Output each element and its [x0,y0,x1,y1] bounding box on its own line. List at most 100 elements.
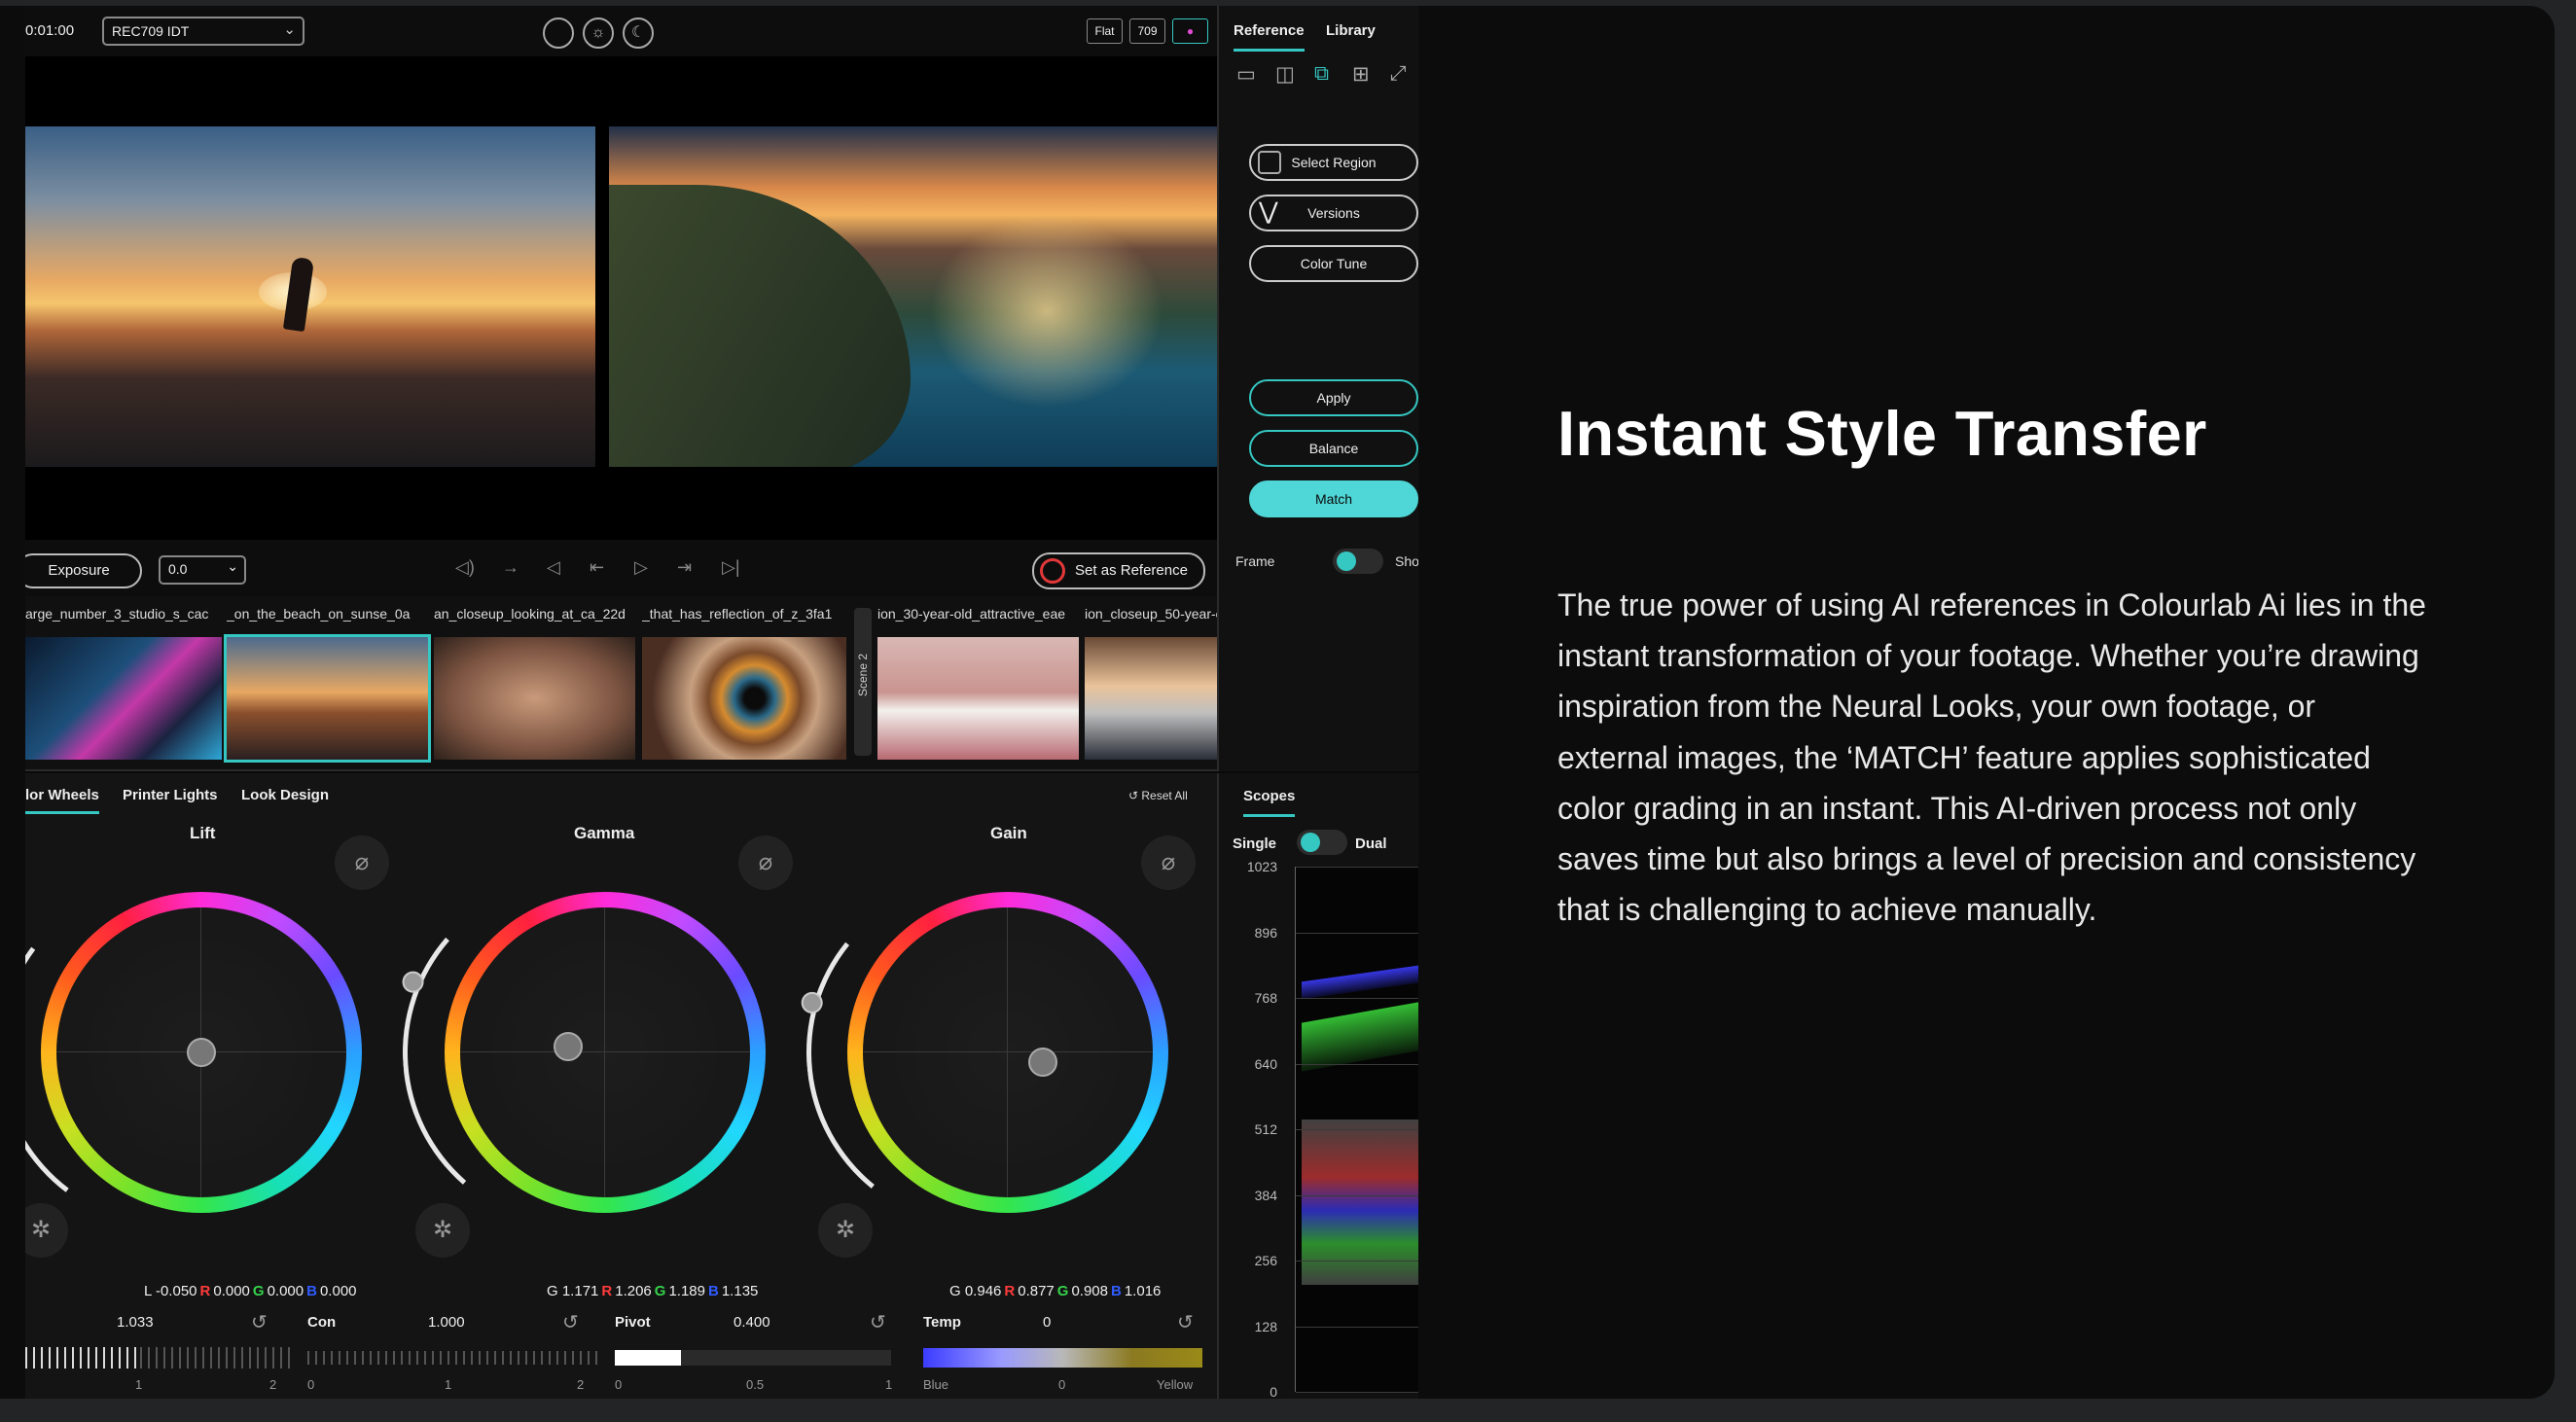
pivot-value[interactable]: 0.400 [733,1314,770,1331]
circle-view-button[interactable] [543,18,574,49]
gamma-master-handle[interactable] [401,970,425,994]
clip-thumbnail[interactable]: _that_has_reflection_of_z_3fa1 [642,596,846,764]
image-viewer[interactable] [25,56,1217,540]
saturation-value[interactable]: 1.033 [117,1314,154,1331]
next-frame-icon[interactable]: ▷| [722,557,740,578]
sat-axis-2: 2 [269,1377,277,1392]
clip-thumbnail-selected[interactable]: _on_the_beach_on_sunse_0a [224,596,431,764]
balance-button[interactable]: Balance [1249,430,1418,467]
select-region-button[interactable]: Select Region [1249,144,1418,181]
tab-color-wheels[interactable]: lor Wheels [25,787,99,814]
reset-contrast-icon[interactable]: ↺ [562,1310,579,1334]
versions-icon: ⋁ [1259,198,1278,225]
grid-view-icon[interactable]: ⊞ [1352,62,1370,87]
audio-icon[interactable]: ◁) [455,557,475,578]
dual-label[interactable]: Dual [1355,835,1387,852]
frame-toggle[interactable] [1333,549,1383,574]
temp-slider[interactable] [923,1348,1202,1368]
reset-all-button[interactable]: ↺ Reset All [1128,789,1188,802]
gain-wheel[interactable] [847,892,1168,1213]
filmstrip: arge_number_3_studio_s_cac _on_the_beach… [25,596,1418,771]
play-icon[interactable]: ▷ [634,557,648,578]
exposure-button[interactable]: Exposure [25,553,142,588]
saturation-slider[interactable] [25,1347,140,1369]
scope-level-label: 0 [1270,1384,1277,1399]
single-dual-toggle[interactable] [1297,830,1347,855]
single-view-icon[interactable]: ▭ [1236,62,1256,87]
lift-puck[interactable] [187,1038,216,1067]
blue-letter: B [708,1283,719,1299]
gain-values: G 0.946 R 0.877 G 0.908 B 1.016 [949,1283,1161,1299]
blue-trace [1302,965,1418,1000]
tab-reference[interactable]: Reference [1234,22,1305,52]
versions-button[interactable]: ⋁ Versions [1249,195,1418,231]
waveform-scope[interactable] [1295,867,1418,1393]
set-as-reference-button[interactable]: Set as Reference [1032,552,1205,589]
single-label[interactable]: Single [1233,835,1276,852]
match-button[interactable]: Match [1249,480,1418,517]
contrast-slider[interactable] [307,1351,599,1365]
lift-main-value[interactable]: -0.050 [156,1283,197,1299]
fullscreen-icon[interactable]: ⤢ [1390,62,1407,86]
pivot-axis-05: 0.5 [746,1377,765,1392]
tab-library[interactable]: Library [1326,22,1376,39]
gain-sparkle-icon[interactable]: ✲ [818,1203,873,1258]
go-to-end-icon[interactable]: ⇥ [677,557,692,578]
step-forward-arrow-icon[interactable]: → [502,557,519,578]
clip-thumbnail[interactable]: ion_30-year-old_attractive_eae [877,596,1079,764]
gamma-main-value[interactable]: 1.171 [562,1283,599,1299]
reset-temp-icon[interactable]: ↺ [1177,1310,1194,1334]
split-view-icon[interactable]: ◫ [1275,62,1295,87]
prev-frame-icon[interactable]: ◁ [547,557,560,578]
gamma-red-value[interactable]: 1.206 [615,1283,652,1299]
reset-pivot-icon[interactable]: ↺ [870,1310,886,1334]
gain-red-value[interactable]: 0.877 [1018,1283,1055,1299]
contrast-value[interactable]: 1.000 [428,1314,465,1331]
gamma-wheel[interactable] [445,892,766,1213]
gamma-puck[interactable] [554,1032,583,1061]
compare-icon[interactable]: ⧉ [1314,62,1329,86]
exposure-value-select[interactable]: 0.0 ⌄ [159,555,246,585]
flat-toggle[interactable]: Flat [1087,18,1123,44]
select-region-label: Select Region [1291,155,1377,170]
moon-icon[interactable]: ☾ [623,18,654,49]
tab-printer-lights[interactable]: Printer Lights [123,787,218,803]
lift-blue-value[interactable]: 0.000 [320,1283,357,1299]
idt-dropdown[interactable]: REC709 IDT ⌄ [102,17,304,46]
saturation-slider-track[interactable] [140,1347,296,1369]
color-tune-button[interactable]: Color Tune [1249,245,1418,282]
gain-puck[interactable] [1028,1048,1057,1077]
sun-icon[interactable]: ☼ [583,18,614,49]
lift-disable-icon[interactable]: ⌀ [335,835,389,890]
reset-saturation-icon[interactable]: ↺ [251,1310,268,1334]
clip-name: an_closeup_looking_at_ca_22d [434,606,626,622]
apply-button[interactable]: Apply [1249,379,1418,416]
pivot-label: Pivot [615,1314,651,1331]
rec709-toggle[interactable]: 709 [1129,18,1165,44]
lift-sparkle-icon[interactable]: ✲ [25,1203,68,1258]
lift-red-value[interactable]: 0.000 [213,1283,250,1299]
gain-main-value[interactable]: 0.946 [965,1283,1002,1299]
lift-green-value[interactable]: 0.000 [268,1283,304,1299]
red-letter: R [199,1283,211,1299]
gamma-green-value[interactable]: 1.189 [668,1283,705,1299]
pivot-slider[interactable] [615,1350,891,1366]
undo-icon: ↺ [1128,789,1142,802]
go-to-start-icon[interactable]: ⇤ [590,557,604,578]
gain-blue-value[interactable]: 1.016 [1125,1283,1162,1299]
clip-thumbnail[interactable]: an_closeup_looking_at_ca_22d [434,596,635,764]
tab-look-design[interactable]: Look Design [241,787,329,803]
gamma-sparkle-icon[interactable]: ✲ [415,1203,470,1258]
gamma-disable-icon[interactable]: ⌀ [738,835,793,890]
gain-green-value[interactable]: 0.908 [1071,1283,1108,1299]
gamma-blue-value[interactable]: 1.135 [722,1283,759,1299]
lift-wheel[interactable] [41,892,362,1213]
gamma-values: G 1.171 R 1.206 G 1.189 B 1.135 [547,1283,758,1299]
scene-divider: Scene 2 [854,608,872,756]
clip-thumbnail[interactable]: arge_number_3_studio_s_cac [25,596,222,764]
temp-value[interactable]: 0 [1043,1314,1051,1331]
tab-scopes[interactable]: Scopes [1243,788,1296,817]
gain-disable-icon[interactable]: ⌀ [1141,835,1196,890]
gain-master-handle[interactable] [800,990,824,1015]
color-overlay-toggle[interactable]: ● [1172,18,1208,44]
